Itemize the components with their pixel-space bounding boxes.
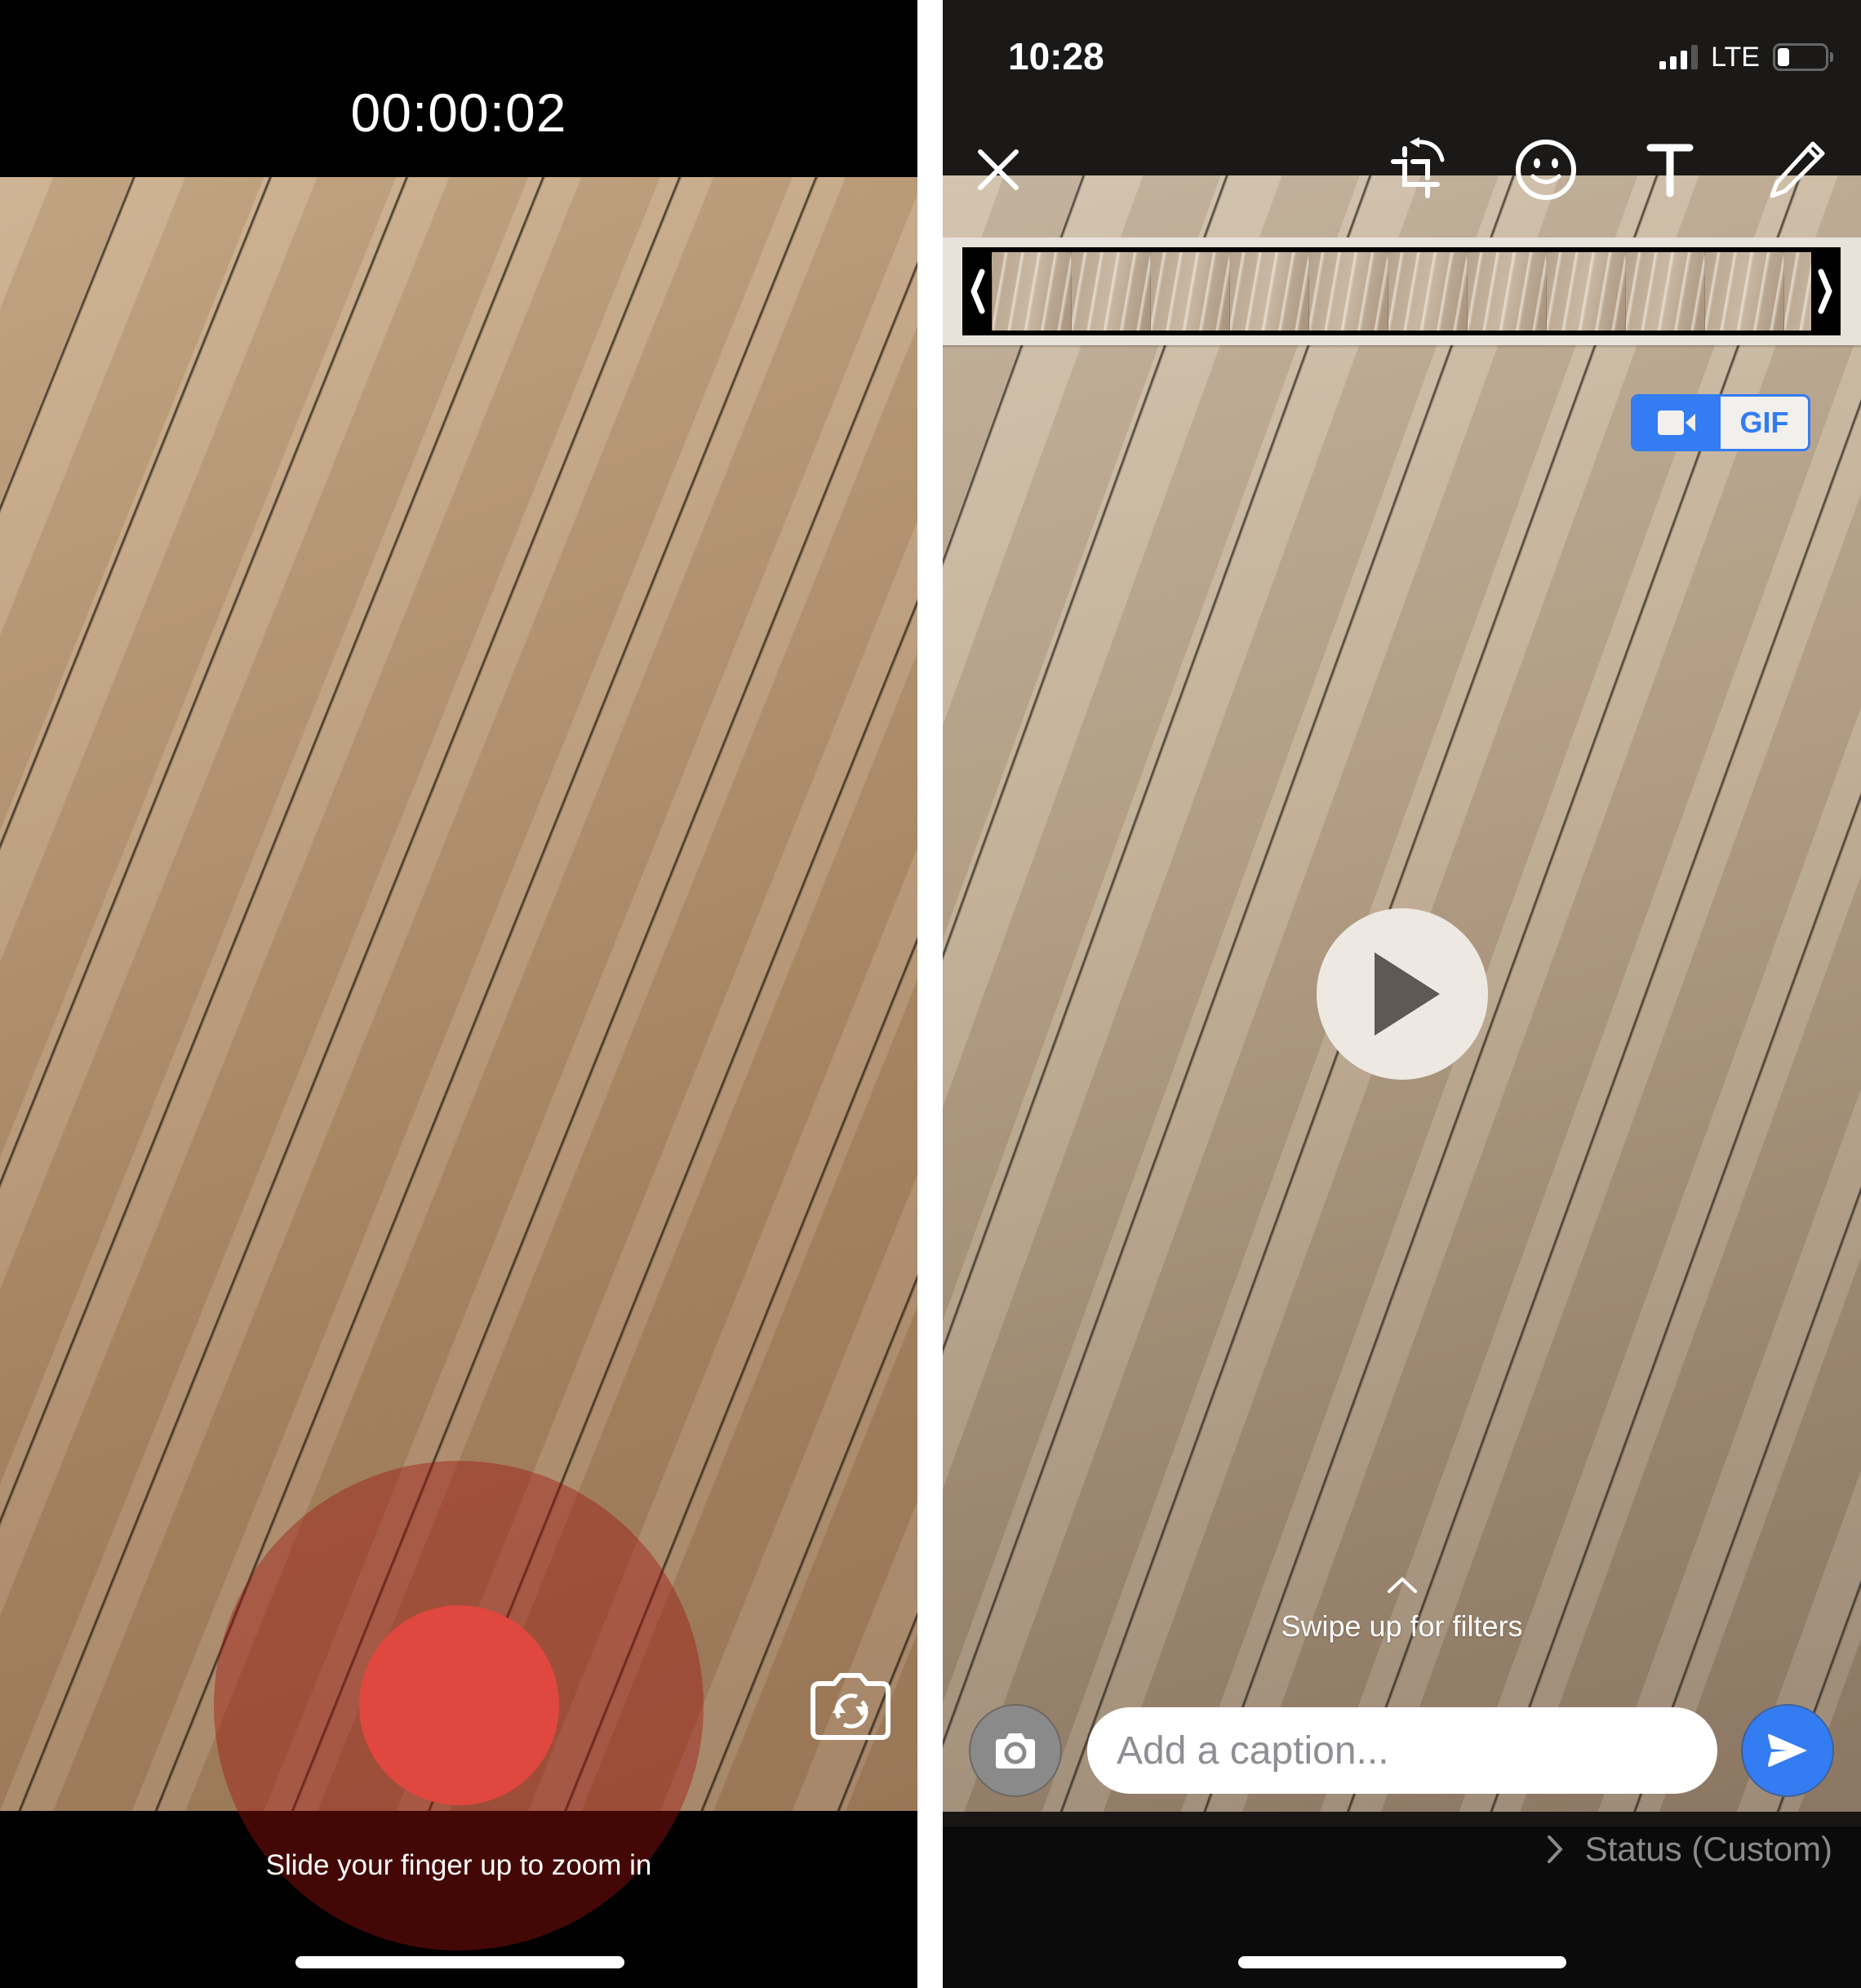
trim-start-handle[interactable] (962, 247, 992, 335)
pencil-icon[interactable] (1766, 137, 1831, 202)
video-editor-screen: 10:28 LTE GIF Swipe up for filters Add a… (943, 0, 1861, 1988)
signal-icon (1659, 45, 1699, 69)
camera-button[interactable] (969, 1704, 1062, 1797)
smiley-icon[interactable] (1513, 137, 1579, 202)
frame-thumbnail (1071, 252, 1150, 331)
recording-timer: 00:00:02 (350, 82, 567, 143)
frame-thumbnail (1467, 252, 1546, 331)
status-time: 10:28 (1008, 35, 1104, 78)
battery-icon (1773, 43, 1833, 71)
frame-thumbnail (1388, 252, 1467, 331)
camera-flip-icon[interactable] (806, 1669, 895, 1742)
home-indicator[interactable] (295, 1956, 624, 1968)
trim-end-handle[interactable] (1811, 247, 1841, 335)
video-camera-icon (1657, 410, 1695, 435)
camera-recording-screen: 00:00:02 Slide your finger up to zoom in (0, 0, 917, 1988)
frame-thumbnail (1704, 252, 1783, 331)
video-mode-option[interactable] (1633, 397, 1721, 449)
record-button[interactable] (359, 1605, 559, 1805)
zoom-hint: Slide your finger up to zoom in (265, 1849, 652, 1881)
gif-mode-option[interactable]: GIF (1721, 397, 1808, 449)
send-icon (1768, 1734, 1807, 1767)
frame-thumbnail (1308, 252, 1388, 331)
send-destination[interactable]: Status (Custom) (1546, 1830, 1832, 1869)
frame-thumbnail (1150, 252, 1229, 331)
crop-rotate-icon[interactable] (1388, 137, 1454, 202)
text-icon[interactable] (1638, 137, 1703, 202)
frame-strip (992, 252, 1811, 331)
video-trimmer[interactable] (943, 237, 1861, 345)
composer-divider (943, 1812, 1861, 1826)
frame-thumbnail (1229, 252, 1308, 331)
destination-label: Status (Custom) (1584, 1830, 1832, 1868)
camera-icon (996, 1733, 1035, 1768)
play-button[interactable] (1317, 908, 1488, 1080)
chevron-right-icon (1547, 1835, 1563, 1863)
frame-thumbnail (1625, 252, 1704, 331)
video-gif-toggle[interactable]: GIF (1631, 394, 1810, 451)
play-icon (1375, 952, 1440, 1036)
frame-thumbnail (1546, 252, 1625, 331)
swipe-filters-hint[interactable]: Swipe up for filters (943, 1609, 1861, 1644)
trim-selection[interactable] (962, 247, 1841, 335)
close-icon[interactable] (966, 137, 1031, 202)
caption-input[interactable] (1087, 1707, 1717, 1794)
home-indicator[interactable] (1238, 1956, 1566, 1968)
frame-thumbnail (992, 252, 1071, 331)
network-type: LTE (1711, 41, 1760, 73)
chevron-up-icon (1388, 1577, 1417, 1593)
send-button[interactable] (1741, 1704, 1834, 1797)
frame-thumbnail (1783, 252, 1811, 331)
